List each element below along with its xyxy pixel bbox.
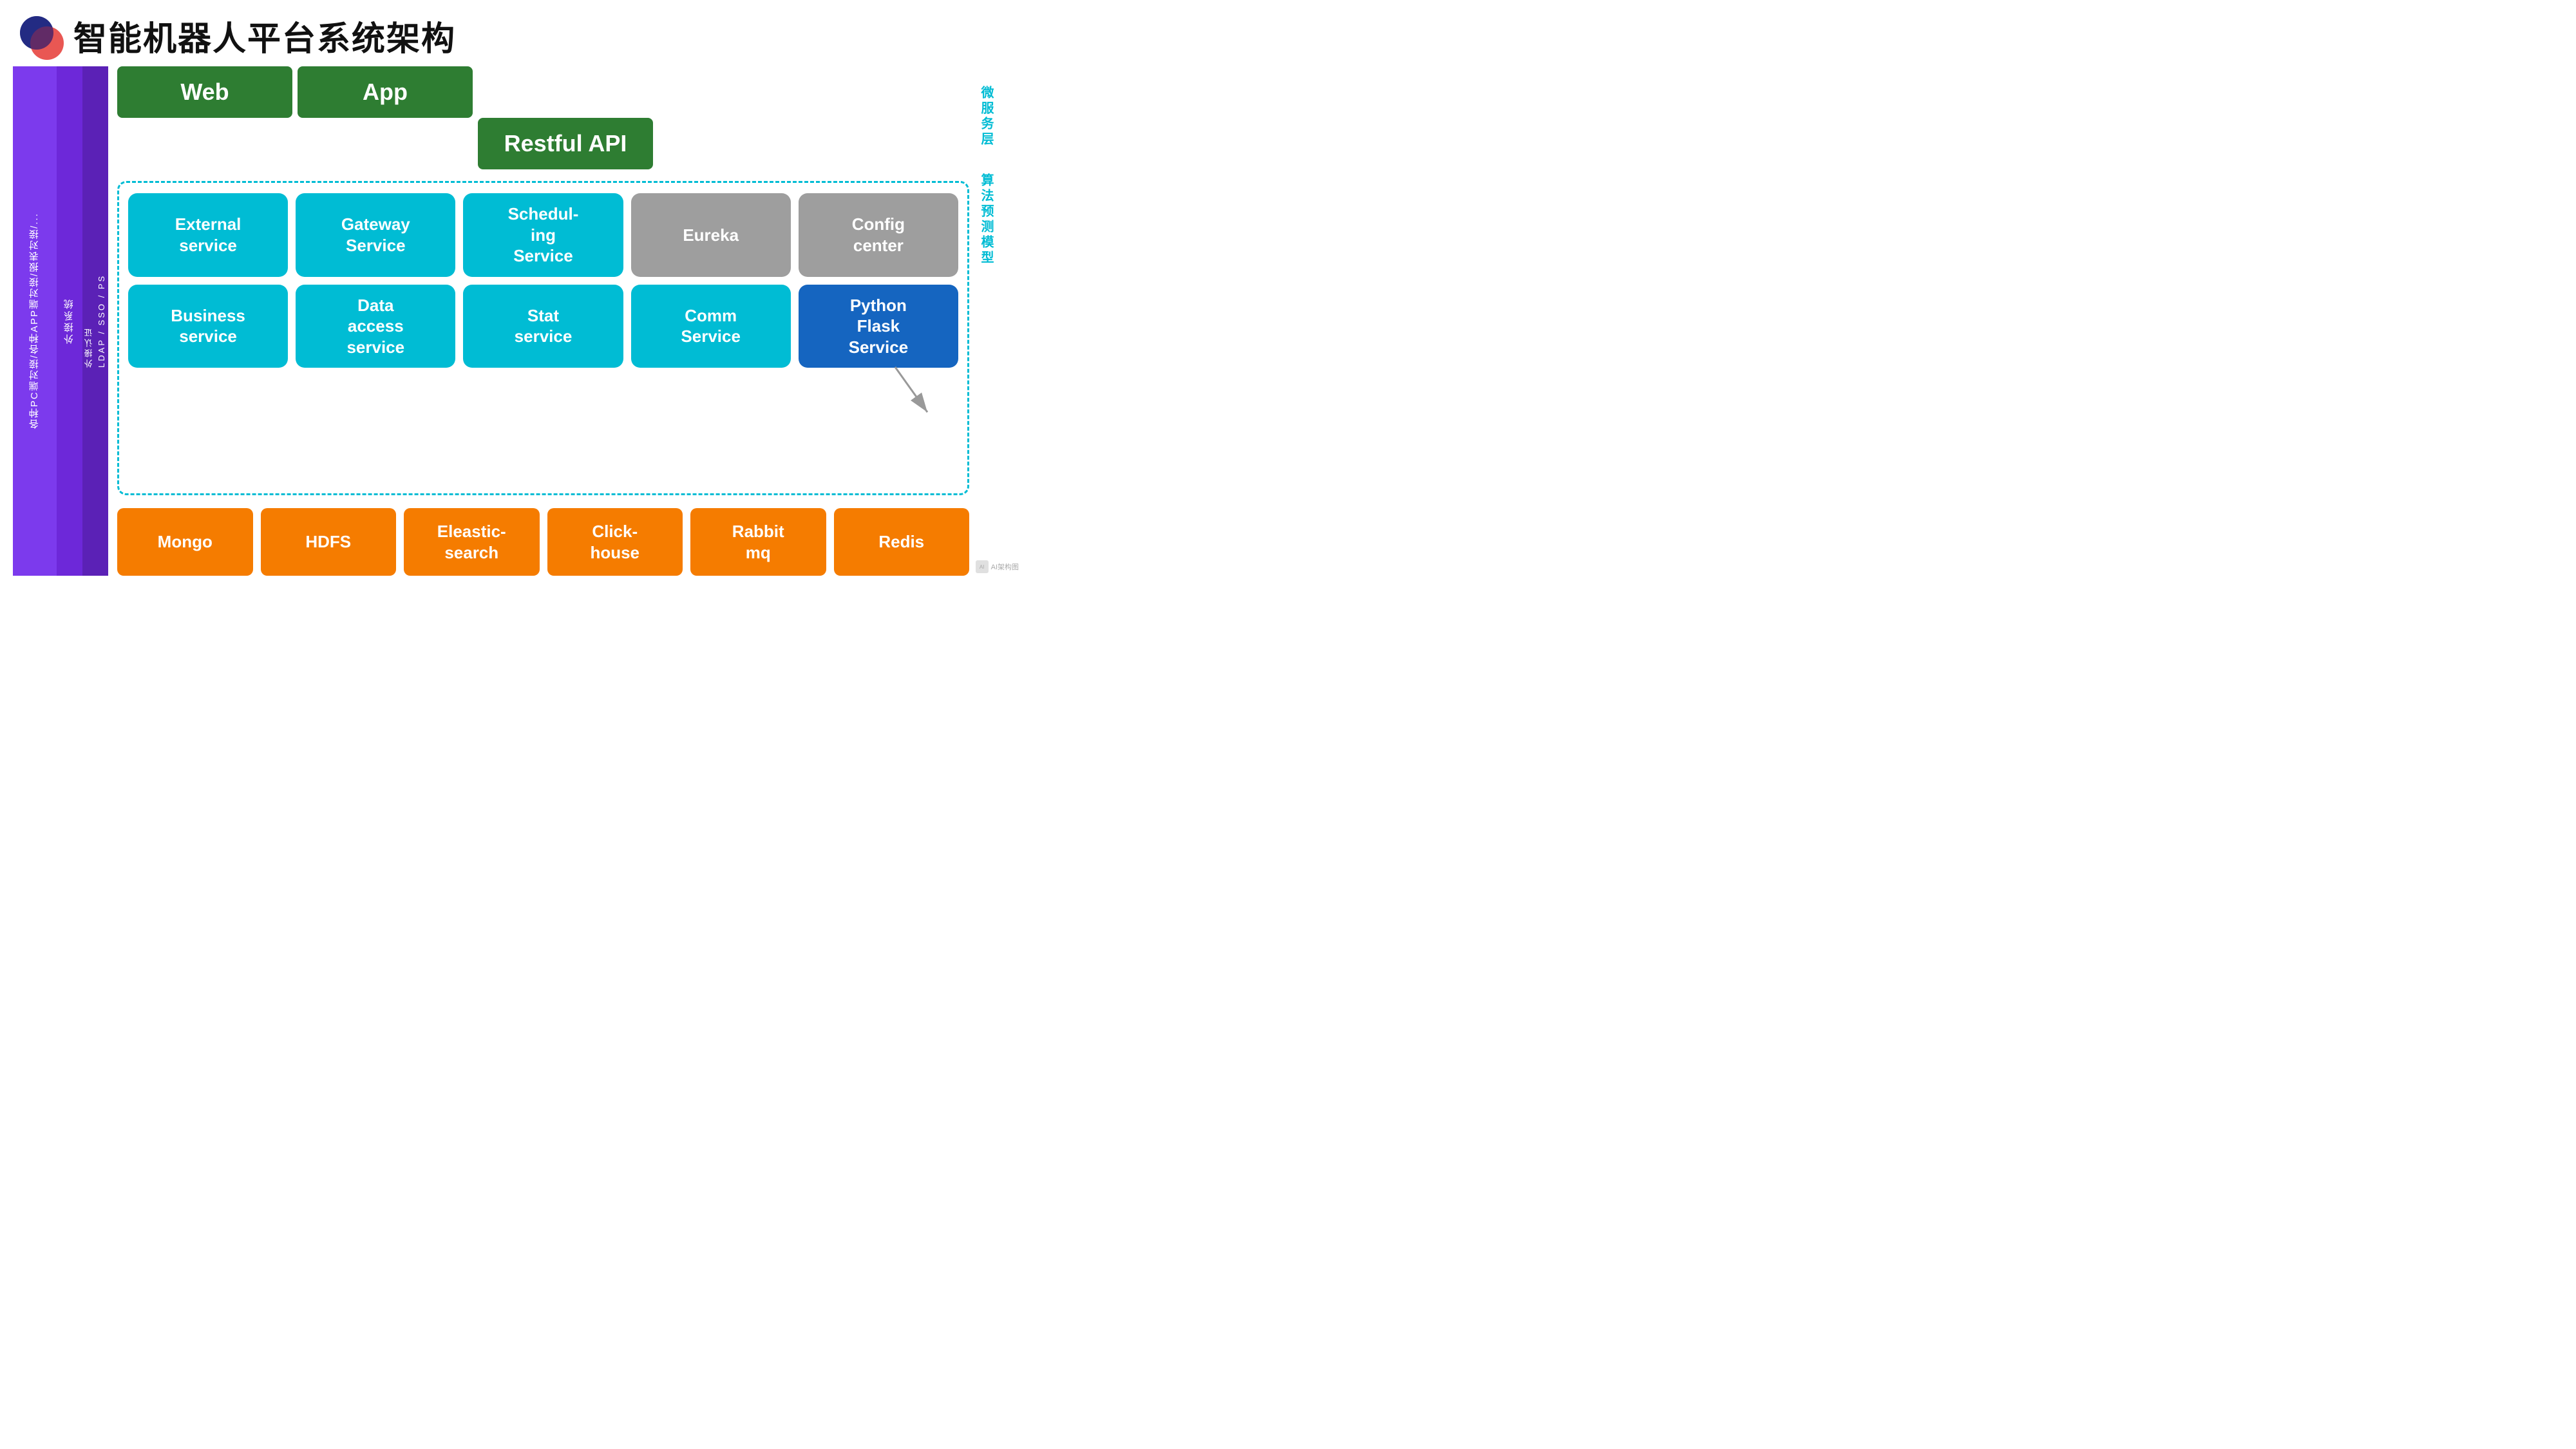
eureka-label: Eureka [683, 225, 739, 246]
right-labels: 微服务层 算法预测模型 [969, 66, 1011, 576]
eureka-box: Eureka [631, 193, 791, 277]
left-labels: 各种PC端对接/各种APP端对接/报表对接/... 外接系统 外接认证LDAP … [13, 66, 108, 576]
elasticsearch-box: Eleastic-search [404, 508, 540, 576]
top-header-row: Web App Restful API [117, 66, 969, 169]
microservice-label-text: 微服务层 [979, 86, 993, 147]
business-service-box: Businessservice [128, 285, 288, 368]
redis-label: Redis [878, 531, 924, 553]
business-service-label: Businessservice [171, 305, 245, 347]
page-title: 智能机器人平台系统架构 [73, 12, 456, 60]
python-flask-service-box: PythonFlaskService [799, 285, 958, 368]
watermark: AI AI架构图 [976, 560, 1019, 573]
content-wrapper: 各种PC端对接/各种APP端对接/报表对接/... 外接系统 外接认证LDAP … [0, 66, 1030, 585]
mongo-label: Mongo [158, 531, 213, 553]
external-service-box: Externalservice [128, 193, 288, 277]
services-row-1: Externalservice GatewayService Schedul-i… [128, 193, 958, 277]
watermark-icon: AI [976, 560, 989, 573]
scheduling-service-label: Schedul-ingService [508, 204, 579, 267]
hdfs-label: HDFS [305, 531, 351, 553]
api-header: Restful API [478, 118, 653, 169]
header: 智能机器人平台系统架构 [0, 0, 1030, 66]
gateway-service-box: GatewayService [296, 193, 455, 277]
elasticsearch-label: Eleastic-search [437, 521, 506, 563]
left-label-col2: 外接系统 [57, 66, 82, 576]
database-row: Mongo HDFS Eleastic-search Click-house R… [117, 508, 969, 576]
external-service-label: Externalservice [175, 214, 242, 256]
left-label-col3: 外接认证LDAP / SSO / PS [82, 66, 108, 576]
rabbitmq-label: Rabbitmq [732, 521, 784, 563]
comm-service-box: CommService [631, 285, 791, 368]
redis-box: Redis [834, 508, 970, 576]
config-center-box: Configcenter [799, 193, 958, 277]
web-header: Web [117, 66, 292, 118]
data-access-service-label: Dataaccessservice [346, 295, 404, 358]
watermark-text: AI架构图 [991, 562, 1019, 572]
left-label-col2-text: 外接系统 [62, 298, 77, 345]
logo-icon [19, 15, 61, 57]
app-label: App [363, 79, 408, 106]
gateway-service-label: GatewayService [341, 214, 410, 256]
api-label: Restful API [504, 130, 627, 157]
right-label-algorithm: 算法预测模型 [978, 173, 994, 266]
scheduling-service-box: Schedul-ingService [463, 193, 623, 277]
data-access-service-box: Dataaccessservice [296, 285, 455, 368]
left-label-col1-text: 各种PC端对接/各种APP端对接/报表对接/... [28, 213, 43, 430]
left-label-col1: 各种PC端对接/各种APP端对接/报表对接/... [13, 66, 57, 576]
hdfs-box: HDFS [261, 508, 397, 576]
clickhouse-box: Click-house [547, 508, 683, 576]
left-label-col3-text: 外接认证LDAP / SSO / PS [83, 274, 108, 368]
algorithm-label-text: 算法预测模型 [979, 173, 993, 266]
arch-main: Web App Restful API Externalservice [108, 66, 969, 576]
python-flask-service-label: PythonFlaskService [849, 295, 909, 358]
web-label: Web [180, 79, 229, 106]
stat-service-label: Statservice [515, 305, 573, 347]
services-row-2: Businessservice Dataaccessservice Statse… [128, 285, 958, 368]
comm-service-label: CommService [681, 305, 741, 347]
middle-section: Externalservice GatewayService Schedul-i… [117, 181, 969, 495]
stat-service-box: Statservice [463, 285, 623, 368]
app-header: App [298, 66, 473, 118]
right-label-microservice: 微服务层 [978, 86, 994, 147]
content-row: 各种PC端对接/各种APP端对接/报表对接/... 外接系统 外接认证LDAP … [13, 66, 1011, 576]
rabbitmq-box: Rabbitmq [690, 508, 826, 576]
config-center-label: Configcenter [852, 214, 905, 256]
mongo-box: Mongo [117, 508, 253, 576]
clickhouse-label: Click-house [590, 521, 639, 563]
